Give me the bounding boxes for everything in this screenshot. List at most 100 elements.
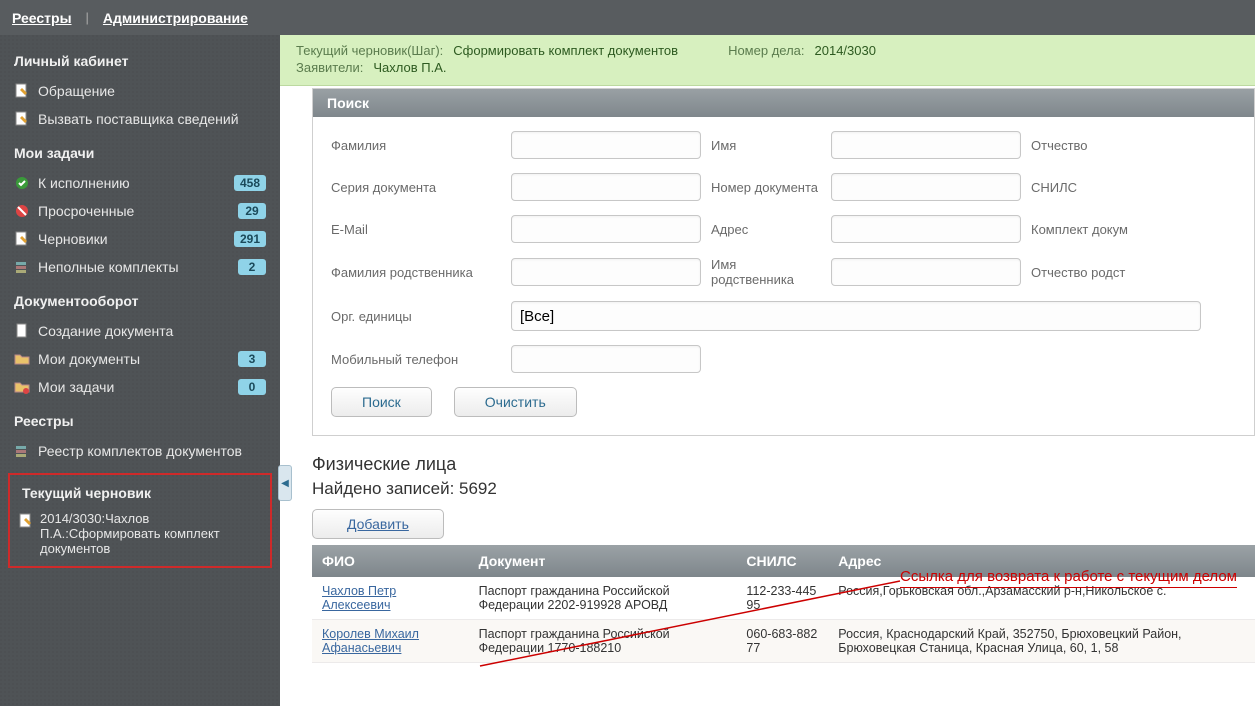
nav-admin[interactable]: Администрирование <box>103 10 248 26</box>
input-mobile[interactable] <box>511 345 701 373</box>
step-value: Сформировать комплект документов <box>453 43 678 58</box>
block-icon <box>14 203 30 219</box>
lbl-docseries: Серия документа <box>331 180 501 195</box>
cell-doc: Паспорт гражданина Российской Федерации … <box>469 577 737 620</box>
sidebar-item-label: Реестр комплектов документов <box>38 443 266 459</box>
applicants-value: Чахлов П.А. <box>373 60 446 75</box>
sidebar-item-my-docs[interactable]: Мои документы 3 <box>0 345 280 373</box>
col-snils: СНИЛС <box>736 545 828 577</box>
section-cabinet: Личный кабинет <box>0 41 280 77</box>
sidebar-item-todo[interactable]: К исполнению 458 <box>0 169 280 197</box>
input-lastname[interactable] <box>511 131 701 159</box>
case-label: Номер дела: <box>728 43 804 58</box>
lbl-address: Адрес <box>711 222 821 237</box>
stack-icon <box>14 259 30 275</box>
person-link[interactable]: Королев Михаил Афанасьевич <box>322 627 419 655</box>
check-circle-icon <box>14 175 30 191</box>
sidebar-item-registry-docsets[interactable]: Реестр комплектов документов <box>0 437 280 465</box>
cell-doc: Паспорт гражданина Российской Федерации … <box>469 620 737 663</box>
doc-edit-icon <box>14 231 30 247</box>
lbl-email: E-Mail <box>331 222 501 237</box>
badge: 0 <box>238 379 266 395</box>
results-count: Найдено записей: 5692 <box>312 479 1255 499</box>
search-header: Поиск <box>313 89 1254 117</box>
sidebar-item-drafts[interactable]: Черновики 291 <box>0 225 280 253</box>
lbl-docset: Комплект докум <box>1031 222 1128 237</box>
input-firstname[interactable] <box>831 131 1021 159</box>
person-link[interactable]: Чахлов Петр Алексеевич <box>322 584 396 612</box>
lbl-patronymic: Отчество <box>1031 138 1088 153</box>
lbl-mobile: Мобильный телефон <box>331 352 501 367</box>
sidebar-item-label: Мои задачи <box>38 379 238 395</box>
sidebar: Личный кабинет Обращение Вызвать поставщ… <box>0 35 280 706</box>
current-draft-label: 2014/3030:Чахлов П.А.:Сформировать компл… <box>40 511 262 556</box>
folder-icon <box>14 351 30 367</box>
main-area: Текущий черновик(Шаг): Сформировать комп… <box>280 35 1255 706</box>
lbl-rel-lastname: Фамилия родственника <box>331 265 501 280</box>
sidebar-item-create-doc[interactable]: Создание документа <box>0 317 280 345</box>
lbl-firstname: Имя <box>711 138 821 153</box>
input-rel-firstname[interactable] <box>831 258 1021 286</box>
lbl-docnumber: Номер документа <box>711 180 821 195</box>
sidebar-item-label: Вызвать поставщика сведений <box>38 111 266 127</box>
badge: 3 <box>238 351 266 367</box>
section-registries: Реестры <box>0 401 280 437</box>
sidebar-item-appeal[interactable]: Обращение <box>0 77 280 105</box>
col-doc: Документ <box>469 545 737 577</box>
lbl-snils: СНИЛС <box>1031 180 1077 195</box>
nav-registries[interactable]: Реестры <box>12 10 72 26</box>
annotation-text: Ссылка для возврата к работе с текущим д… <box>900 568 1237 588</box>
lbl-lastname: Фамилия <box>331 138 501 153</box>
lbl-rel-firstname: Имя родственника <box>711 257 821 287</box>
section-tasks: Мои задачи <box>0 133 280 169</box>
input-org-units[interactable] <box>511 301 1201 331</box>
sidebar-item-call-provider[interactable]: Вызвать поставщика сведений <box>0 105 280 133</box>
doc-edit-icon <box>18 513 34 529</box>
input-docnumber[interactable] <box>831 173 1021 201</box>
input-address[interactable] <box>831 215 1021 243</box>
input-rel-lastname[interactable] <box>511 258 701 286</box>
case-value: 2014/3030 <box>815 43 876 58</box>
results-title: Физические лица <box>312 454 1255 475</box>
sidebar-item-overdue[interactable]: Просроченные 29 <box>0 197 280 225</box>
step-label: Текущий черновик(Шаг): <box>296 43 443 58</box>
clear-button[interactable]: Очистить <box>454 387 577 417</box>
cell-snils: 060-683-882 77 <box>736 620 828 663</box>
sidebar-item-label: К исполнению <box>38 175 234 191</box>
lbl-rel-patronymic: Отчество родст <box>1031 265 1125 280</box>
badge: 458 <box>234 175 266 191</box>
applicants-label: Заявители: <box>296 60 363 75</box>
nav-separator: | <box>86 10 89 25</box>
sidebar-item-label: Создание документа <box>38 323 266 339</box>
current-draft-box: Текущий черновик 2014/3030:Чахлов П.А.:С… <box>8 473 272 568</box>
badge: 29 <box>238 203 266 219</box>
cell-address: Россия, Краснодарский Край, 352750, Брюх… <box>828 620 1255 663</box>
case-info-bar: Текущий черновик(Шаг): Сформировать комп… <box>280 35 1255 86</box>
current-draft-link[interactable]: 2014/3030:Чахлов П.А.:Сформировать компл… <box>18 511 262 556</box>
folder-task-icon <box>14 379 30 395</box>
badge: 291 <box>234 231 266 247</box>
doc-edit-icon <box>14 111 30 127</box>
sidebar-item-label: Просроченные <box>38 203 238 219</box>
cell-snils: 112-233-445 95 <box>736 577 828 620</box>
lbl-org-units: Орг. единицы <box>331 309 501 324</box>
badge: 2 <box>238 259 266 275</box>
search-panel: Поиск Фамилия Имя Отчество Серия докумен… <box>312 88 1255 436</box>
doc-edit-icon <box>14 83 30 99</box>
add-button[interactable]: Добавить <box>312 509 444 539</box>
col-fio: ФИО <box>312 545 469 577</box>
top-nav: Реестры | Администрирование <box>0 0 1255 35</box>
sidebar-item-docflow-tasks[interactable]: Мои задачи 0 <box>0 373 280 401</box>
search-button[interactable]: Поиск <box>331 387 432 417</box>
input-docseries[interactable] <box>511 173 701 201</box>
sidebar-item-label: Мои документы <box>38 351 238 367</box>
section-current-draft: Текущий черновик <box>18 485 262 511</box>
input-email[interactable] <box>511 215 701 243</box>
results-table: ФИО Документ СНИЛС Адрес Чахлов Петр Але… <box>312 545 1255 663</box>
sidebar-item-incomplete[interactable]: Неполные комплекты 2 <box>0 253 280 281</box>
stack-icon <box>14 443 30 459</box>
sidebar-item-label: Неполные комплекты <box>38 259 238 275</box>
doc-icon <box>14 323 30 339</box>
content: Поиск Фамилия Имя Отчество Серия докумен… <box>280 86 1255 706</box>
sidebar-item-label: Обращение <box>38 83 266 99</box>
